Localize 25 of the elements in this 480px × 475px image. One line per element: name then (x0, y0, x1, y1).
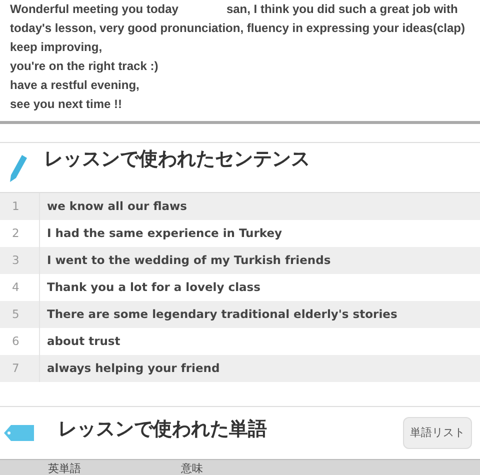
column-header: 意味 (181, 461, 203, 475)
sentence-text: about trust (46, 332, 120, 350)
row-number: 5 (0, 301, 40, 328)
message-text: san, I think you did such a great job with (226, 1, 458, 18)
tag-icon (4, 424, 34, 442)
message-text: see you next time !! (10, 96, 122, 113)
section-title: レッスンで使われた単語 (58, 416, 267, 442)
sentence-text: I went to the wedding of my Turkish friends (46, 252, 331, 269)
sentence-text: we know all our flaws (46, 198, 187, 215)
word-list-button[interactable]: 単語リスト (403, 416, 472, 450)
row-number: 3 (0, 247, 40, 274)
sentence-text: always helping your friend (46, 360, 220, 377)
message-text: Wonderful meeting you today (10, 1, 178, 18)
sentence-text: There are some legendary traditional elderly's stories (46, 306, 398, 323)
section-title: レッスンで使われたセンテンス (44, 147, 310, 172)
row-number: 7 (0, 355, 40, 382)
sentence-text: I had the same experience in Turkey (46, 224, 282, 242)
pencil-icon (8, 152, 28, 182)
message-text: you're on the right track :) (10, 58, 158, 75)
column-header: 英単語 (48, 461, 81, 475)
row-number: 1 (0, 193, 40, 220)
message-text: have a restful evening, (10, 77, 140, 94)
sentence-text: Thank you a lot for a lovely class (46, 278, 260, 296)
message-text: today's lesson, very good pronunciation, fluency in expressing your ideas(clap) (10, 20, 465, 37)
message-text: keep improving, (10, 39, 102, 56)
